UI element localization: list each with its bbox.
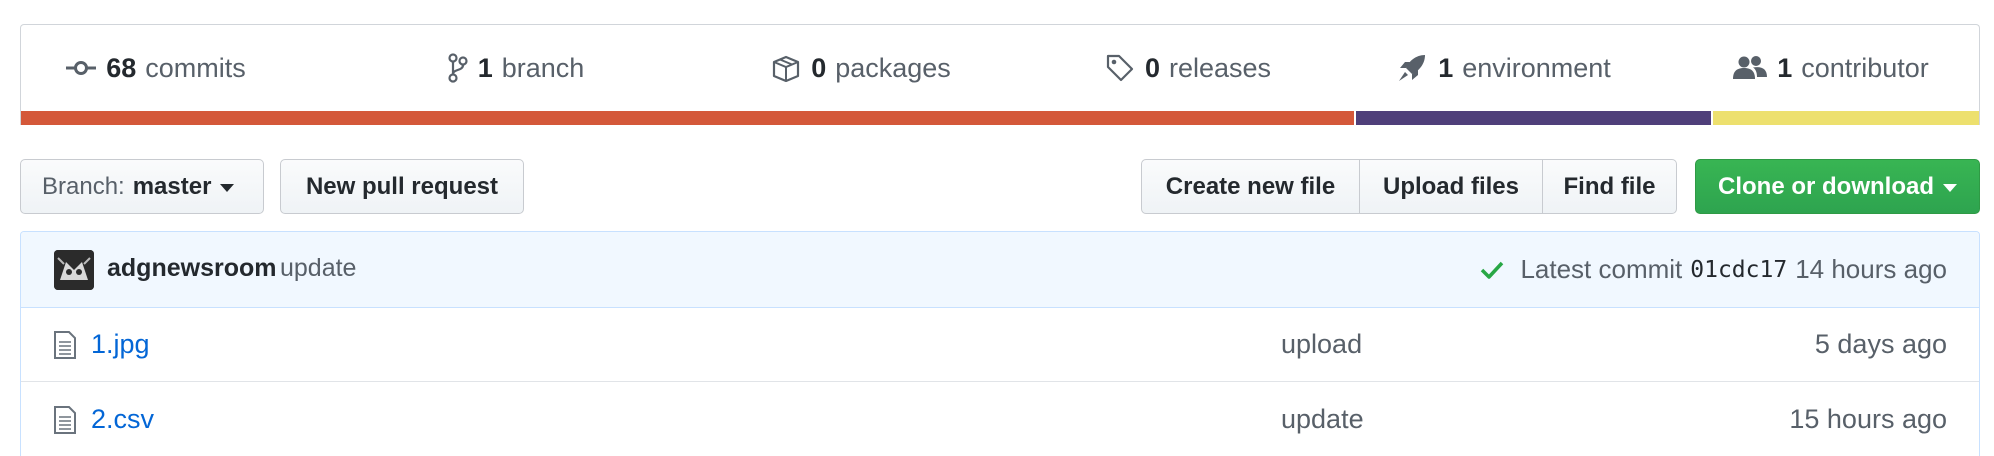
stat-contributors[interactable]: 1 contributor <box>1711 25 1951 111</box>
repo-summary: 68 commits 1 branch 0 packages 0 release… <box>20 24 1980 125</box>
check-icon <box>1481 261 1504 279</box>
stat-contributors-label: contributor <box>1801 52 1929 83</box>
commit-sha-link[interactable]: 01cdc17 <box>1690 257 1787 283</box>
create-new-file-label: Create new file <box>1165 172 1336 200</box>
file-icon <box>54 331 76 359</box>
stat-packages[interactable]: 0 packages <box>741 25 981 111</box>
new-pull-request-label: New pull request <box>305 172 499 200</box>
commit-author-link[interactable]: adgnewsroom <box>107 254 276 283</box>
avatar[interactable] <box>54 250 94 290</box>
stat-branches[interactable]: 1 branch <box>421 25 611 111</box>
new-pull-request-button[interactable]: New pull request <box>280 159 524 214</box>
table-row: 1.jpg upload 5 days ago <box>21 308 1979 382</box>
stat-commits[interactable]: 68 commits <box>21 25 291 111</box>
commit-message-link[interactable]: update <box>280 254 356 283</box>
table-row: 2.csv update 15 hours ago <box>21 383 1979 456</box>
chevron-down-icon <box>1943 184 1957 192</box>
stat-packages-count: 0 <box>811 52 827 83</box>
clone-or-download-label: Clone or download <box>1718 172 1934 200</box>
stat-releases[interactable]: 0 releases <box>1078 25 1298 111</box>
stat-environments[interactable]: 1 environment <box>1376 25 1631 111</box>
stat-contributors-count: 1 <box>1777 52 1793 83</box>
latest-commit-age: 14 hours ago <box>1795 254 1947 284</box>
tag-icon <box>1106 54 1134 82</box>
stat-environments-count: 1 <box>1438 52 1454 83</box>
stat-packages-label: packages <box>835 52 951 83</box>
file-age: 15 hours ago <box>1789 404 1947 434</box>
clone-or-download-button[interactable]: Clone or download <box>1695 159 1980 214</box>
file-age: 5 days ago <box>1814 329 1947 359</box>
package-icon <box>773 55 800 82</box>
upload-files-label: Upload files <box>1382 172 1520 200</box>
branch-select-button[interactable]: Branch: master <box>20 159 264 214</box>
file-actions-group: Create new file Upload files Find file <box>1141 159 1677 214</box>
file-table: adgnewsroom update Latest commit 01cdc17… <box>20 231 1980 456</box>
find-file-label: Find file <box>1563 172 1656 200</box>
commit-icon <box>66 61 97 75</box>
stat-environments-label: environment <box>1462 52 1611 83</box>
branch-icon <box>448 53 468 83</box>
upload-files-button[interactable]: Upload files <box>1360 159 1543 214</box>
latest-commit-bar: adgnewsroom update Latest commit 01cdc17… <box>21 232 1979 308</box>
language-bar-segment[interactable] <box>1354 111 1711 125</box>
file-name-link[interactable]: 2.csv <box>91 404 154 435</box>
chevron-down-icon <box>220 184 235 192</box>
stat-releases-label: releases <box>1168 52 1272 83</box>
rocket-icon <box>1399 55 1426 81</box>
stat-commits-count: 68 <box>106 52 137 83</box>
stat-branches-count: 1 <box>477 52 493 83</box>
language-bar-segment[interactable] <box>1710 111 1979 125</box>
stat-commits-label: commits <box>145 52 246 83</box>
branch-name-label: master <box>132 172 212 200</box>
stat-branches-label: branch <box>501 52 585 83</box>
latest-commit-label: Latest commit <box>1520 254 1683 284</box>
stats-row: 68 commits 1 branch 0 packages 0 release… <box>21 25 1979 111</box>
file-commit-message[interactable]: update <box>1281 404 1364 435</box>
language-bar[interactable] <box>21 111 1979 125</box>
file-icon <box>54 406 76 434</box>
people-icon <box>1733 56 1768 79</box>
create-new-file-button[interactable]: Create new file <box>1141 159 1360 214</box>
file-commit-message[interactable]: upload <box>1281 329 1362 360</box>
file-name-link[interactable]: 1.jpg <box>91 329 150 360</box>
find-file-button[interactable]: Find file <box>1543 159 1677 214</box>
branch-prefix-label: Branch: <box>42 172 125 200</box>
latest-commit-info: Latest commit 01cdc17 14 hours ago <box>1480 254 1947 285</box>
stat-releases-count: 0 <box>1144 52 1160 83</box>
language-bar-segment[interactable] <box>21 111 1355 125</box>
